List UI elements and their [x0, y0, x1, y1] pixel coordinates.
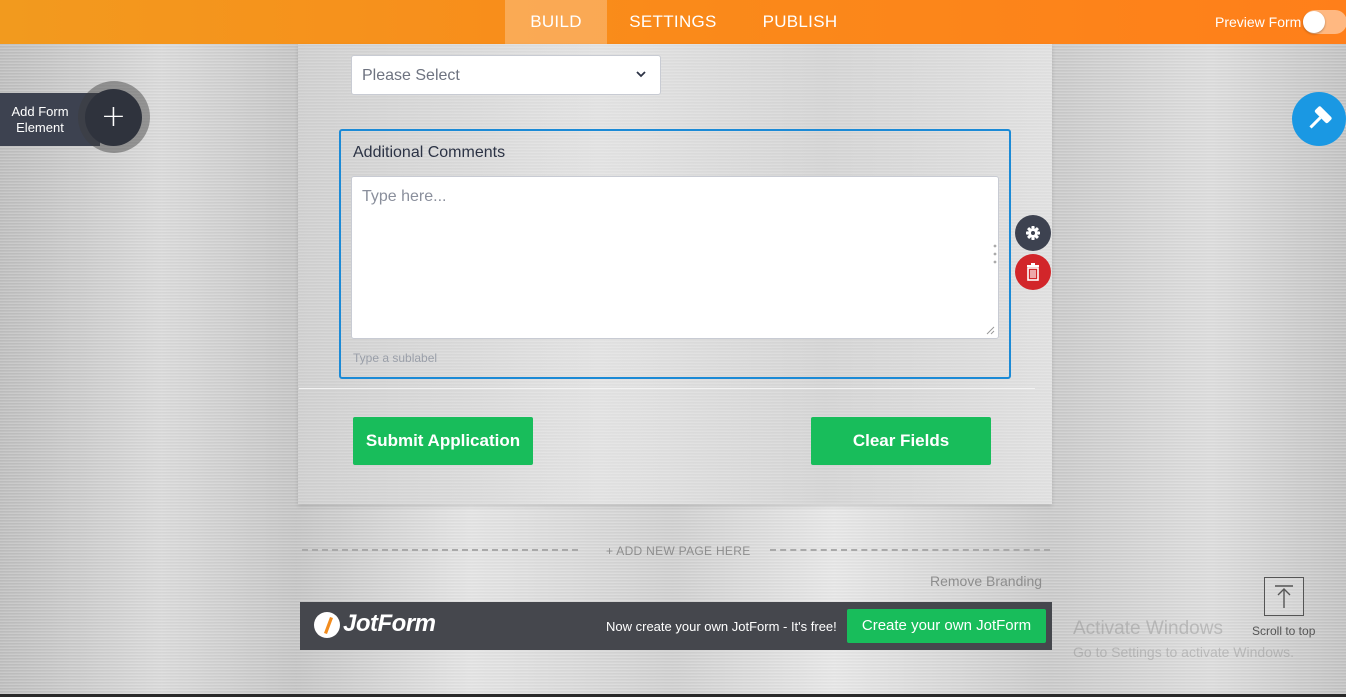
- textarea-placeholder: Type here...: [362, 188, 447, 205]
- preview-form-toggle[interactable]: [1303, 10, 1346, 34]
- jotform-logo-icon: [314, 612, 340, 638]
- dashed-separator-right: [770, 549, 1050, 551]
- scroll-to-top-label: Scroll to top: [1252, 624, 1316, 638]
- drag-handle-icon[interactable]: [993, 243, 997, 265]
- trash-icon: [1027, 263, 1039, 281]
- tab-build[interactable]: BUILD: [505, 0, 607, 44]
- gear-icon: [1026, 226, 1040, 240]
- tab-publish[interactable]: PUBLISH: [754, 0, 846, 44]
- add-new-page-link[interactable]: + ADD NEW PAGE HERE: [606, 544, 751, 558]
- activate-windows-subtitle: Go to Settings to activate Windows.: [1073, 644, 1294, 660]
- add-form-element-button[interactable]: +: [85, 89, 142, 146]
- comments-label[interactable]: Additional Comments: [353, 144, 505, 162]
- arrow-up-icon: [1275, 585, 1293, 608]
- scroll-to-top-button[interactable]: [1264, 577, 1304, 616]
- clear-fields-button[interactable]: Clear Fields: [811, 417, 991, 465]
- form-designer-button[interactable]: [1292, 92, 1346, 146]
- paint-roller-icon: [1309, 106, 1332, 129]
- jotform-tagline: Now create your own JotForm - It's free!: [606, 619, 837, 634]
- resize-grip-icon[interactable]: [986, 326, 995, 335]
- form-divider: [299, 388, 1035, 389]
- toggle-knob: [1303, 11, 1325, 33]
- activate-windows-title: Activate Windows: [1073, 618, 1223, 639]
- jotform-branding-bar: JotForm Now create your own JotForm - It…: [300, 602, 1052, 650]
- top-navigation-bar: BUILD SETTINGS PUBLISH Preview Form: [0, 0, 1346, 44]
- remove-branding-link[interactable]: Remove Branding: [930, 573, 1042, 589]
- dashed-separator-left: [302, 549, 578, 551]
- sublabel-input[interactable]: Type a sublabel: [353, 351, 437, 365]
- add-form-element-label: Add Form Element: [11, 104, 69, 135]
- create-jotform-button[interactable]: Create your own JotForm: [847, 609, 1046, 643]
- preview-form-label: Preview Form: [1215, 14, 1302, 30]
- tab-settings[interactable]: SETTINGS: [622, 0, 724, 44]
- plus-icon: +: [100, 99, 127, 134]
- submit-application-button[interactable]: Submit Application: [353, 417, 533, 465]
- comments-textarea[interactable]: Type here...: [351, 176, 999, 339]
- dropdown-value: Please Select: [362, 67, 460, 84]
- dropdown-select[interactable]: Please Select: [351, 55, 661, 95]
- jotform-logo-text: JotForm: [343, 610, 436, 637]
- chevron-down-icon: [636, 71, 646, 78]
- field-delete-button[interactable]: [1015, 254, 1051, 290]
- field-settings-button[interactable]: [1015, 215, 1051, 251]
